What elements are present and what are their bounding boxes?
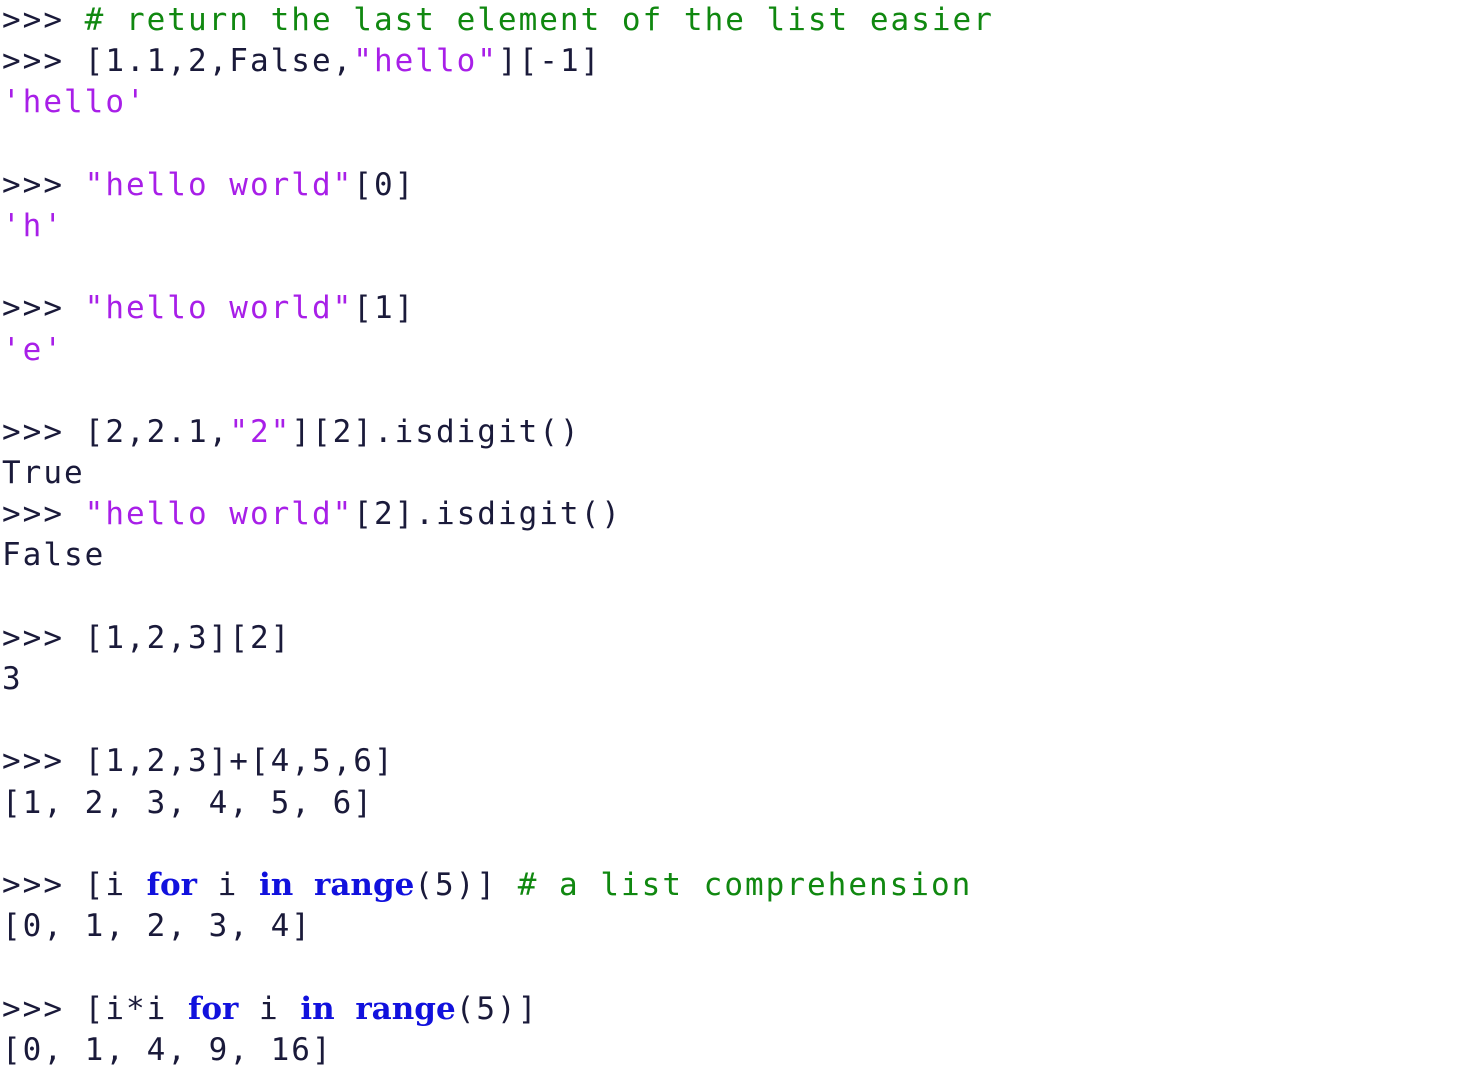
- code-plain-token: [0, 1, 2, 3, 4]: [2, 908, 312, 945]
- code-string-token: "2": [229, 413, 292, 450]
- code-plain-token: False: [2, 537, 106, 574]
- repl-prompt: >>>: [2, 496, 85, 533]
- code-string-token: "hello": [353, 43, 498, 80]
- code-plain-token: [i: [84, 866, 147, 903]
- repl-input-line: >>> # return the last element of the lis…: [0, 0, 1470, 41]
- code-keyword-token: in: [259, 866, 294, 903]
- code-plain-token: 3: [2, 661, 23, 697]
- repl-output-line: [1, 2, 3, 4, 5, 6]: [0, 783, 1470, 824]
- code-string-token: "hello world": [84, 290, 354, 327]
- repl-output-line: True: [0, 453, 1470, 494]
- repl-output-line: [0, 1, 4, 9, 16]: [0, 1030, 1470, 1071]
- code-plain-token: [1.1,2,False,: [84, 43, 354, 80]
- repl-input-line: >>> [i for i in range(5)] # a list compr…: [0, 865, 1470, 906]
- repl-blank-line: [0, 371, 1470, 412]
- repl-prompt: >>>: [2, 413, 85, 450]
- repl-input-line: >>> [1,2,3]+[4,5,6]: [0, 741, 1470, 782]
- repl-prompt: >>>: [2, 43, 85, 80]
- repl-blank-line: [0, 247, 1470, 288]
- code-string-token: "hello world": [84, 496, 354, 533]
- repl-prompt: >>>: [2, 743, 85, 780]
- code-plain-token: [1,2,3][2]: [84, 619, 292, 656]
- code-plain-token: [0, 1, 4, 9, 16]: [2, 1031, 333, 1068]
- code-string-token: "hello world": [84, 166, 354, 203]
- repl-output-line: 'e': [0, 330, 1470, 371]
- repl-prompt: >>>: [2, 866, 85, 903]
- code-plain-token: [2,2.1,: [84, 413, 230, 450]
- repl-input-line: >>> "hello world"[1]: [0, 288, 1470, 329]
- repl-prompt: >>>: [2, 2, 85, 38]
- code-plain-token: [335, 991, 356, 1027]
- repl-input-line: >>> [1,2,3][2]: [0, 618, 1470, 659]
- code-keyword-token: in: [300, 990, 335, 1027]
- code-plain-token: True: [2, 455, 85, 492]
- repl-input-line: >>> [i*i for i in range(5)]: [0, 989, 1470, 1030]
- repl-blank-line: [0, 124, 1470, 165]
- repl-output-line: False: [0, 535, 1470, 576]
- repl-output-string: 'h': [2, 207, 64, 244]
- repl-output-line: 3: [0, 659, 1470, 700]
- repl-input-line: >>> "hello world"[2].isdigit(): [0, 494, 1470, 535]
- code-plain-token: (5)]: [455, 990, 539, 1027]
- repl-output-line: [0, 1, 2, 3, 4]: [0, 906, 1470, 947]
- repl-blank-line: [0, 700, 1470, 741]
- repl-prompt: >>>: [2, 166, 85, 203]
- code-keyword-token: for: [187, 990, 239, 1027]
- code-plain-token: [1,2,3]+[4,5,6]: [84, 743, 395, 780]
- code-plain-token: (5)]: [414, 866, 518, 903]
- repl-prompt: >>>: [2, 290, 85, 327]
- code-plain-token: [1, 2, 3, 4, 5, 6]: [2, 784, 374, 821]
- code-plain-token: [1]: [353, 290, 416, 327]
- repl-output-string: 'e': [2, 331, 64, 368]
- code-plain-token: [2].isdigit(): [353, 496, 622, 533]
- repl-input-line: >>> [2,2.1,"2"][2].isdigit(): [0, 412, 1470, 453]
- code-comment-token: # a list comprehension: [517, 866, 973, 903]
- repl-output-line: 'h': [0, 206, 1470, 247]
- repl-output-string: 'hello': [2, 84, 147, 121]
- code-keyword-token: for: [146, 866, 198, 903]
- code-builtin-token: range: [355, 990, 456, 1027]
- code-plain-token: [0]: [353, 166, 416, 203]
- repl-output-line: 'hello': [0, 82, 1470, 123]
- code-comment-token: # return the last element of the list ea…: [84, 2, 994, 38]
- code-plain-token: [i*i: [84, 990, 188, 1027]
- repl-input-line: >>> "hello world"[0]: [0, 165, 1470, 206]
- repl-prompt: >>>: [2, 619, 85, 656]
- code-plain-token: ][2].isdigit(): [291, 413, 581, 450]
- repl-prompt: >>>: [2, 990, 85, 1027]
- repl-blank-line: [0, 947, 1470, 988]
- code-plain-token: [293, 867, 314, 903]
- repl-blank-line: [0, 824, 1470, 865]
- code-plain-token: i: [238, 990, 301, 1027]
- repl-transcript: >>> # return the last element of the lis…: [0, 0, 1470, 1068]
- repl-blank-line: [0, 577, 1470, 618]
- code-plain-token: i: [197, 866, 260, 903]
- code-plain-token: ][-1]: [497, 43, 602, 80]
- code-builtin-token: range: [314, 866, 415, 903]
- repl-input-line: >>> [1.1,2,False,"hello"][-1]: [0, 41, 1470, 82]
